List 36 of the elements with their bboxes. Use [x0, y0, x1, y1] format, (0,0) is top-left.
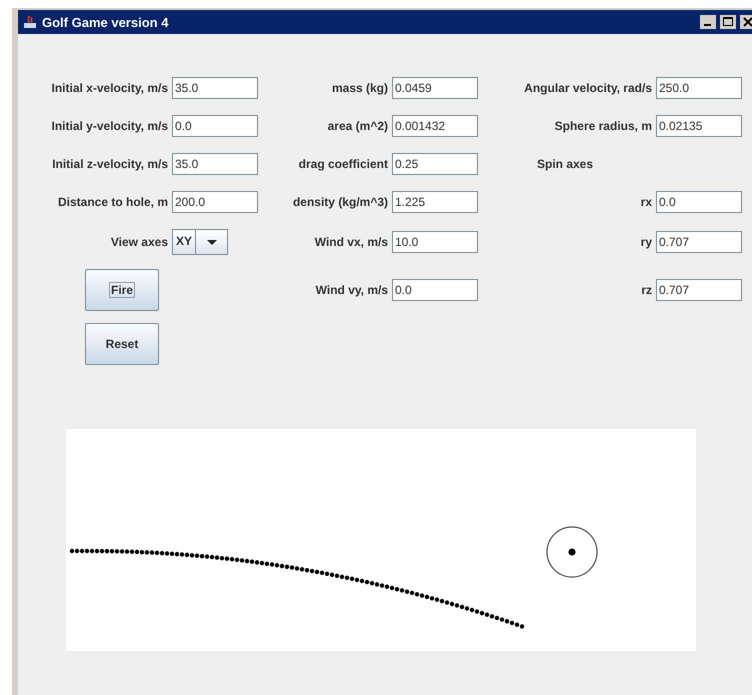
- field-label: Wind vx, m/s: [314, 235, 388, 249]
- field-label: Wind vy, m/s: [316, 283, 388, 297]
- axes-dropdown[interactable]: XY: [172, 229, 228, 255]
- field-label: View axes: [110, 235, 168, 249]
- input-field[interactable]: 1.225: [392, 191, 478, 213]
- input-field[interactable]: 0.25: [392, 153, 478, 175]
- field-label: Angular velocity, rad/s: [524, 81, 652, 95]
- field-label: density (kg/m^3): [292, 195, 388, 209]
- field-label: drag coefficient: [298, 157, 388, 171]
- input-field[interactable]: 35.0: [172, 77, 258, 99]
- input-field[interactable]: 0.0459: [392, 77, 478, 99]
- input-field[interactable]: 0.02135: [656, 115, 742, 137]
- input-field[interactable]: 10.0: [392, 231, 478, 253]
- action-button[interactable]: Reset: [85, 323, 159, 365]
- input-field[interactable]: 35.0: [172, 153, 258, 175]
- window-title: Golf Game version 4: [42, 14, 170, 30]
- input-field[interactable]: 0.0: [392, 279, 478, 301]
- field-label: Initial x-velocity, m/s: [52, 81, 168, 95]
- field-label: Distance to hole, m: [58, 195, 168, 209]
- input-field[interactable]: 0.0: [656, 191, 742, 213]
- field-label: Initial z-velocity, m/s: [52, 157, 168, 171]
- input-field[interactable]: 0.707: [656, 279, 742, 301]
- input-field[interactable]: 250.0: [656, 77, 742, 99]
- input-field[interactable]: 0.0: [172, 115, 258, 137]
- field-label: Initial y-velocity, m/s: [52, 119, 168, 133]
- input-field[interactable]: 200.0: [172, 191, 258, 213]
- input-field[interactable]: 0.001432: [392, 115, 478, 137]
- input-field[interactable]: 0.707: [656, 231, 742, 253]
- field-label: mass (kg): [332, 81, 388, 95]
- action-button[interactable]: Fire: [85, 269, 159, 311]
- field-label: rx: [640, 195, 652, 209]
- field-label: ry: [640, 235, 652, 249]
- field-label: Sphere radius, m: [554, 119, 652, 133]
- section-heading: Spin axes: [536, 157, 594, 171]
- field-label: area (m^2): [328, 119, 388, 133]
- field-label: rz: [641, 283, 652, 297]
